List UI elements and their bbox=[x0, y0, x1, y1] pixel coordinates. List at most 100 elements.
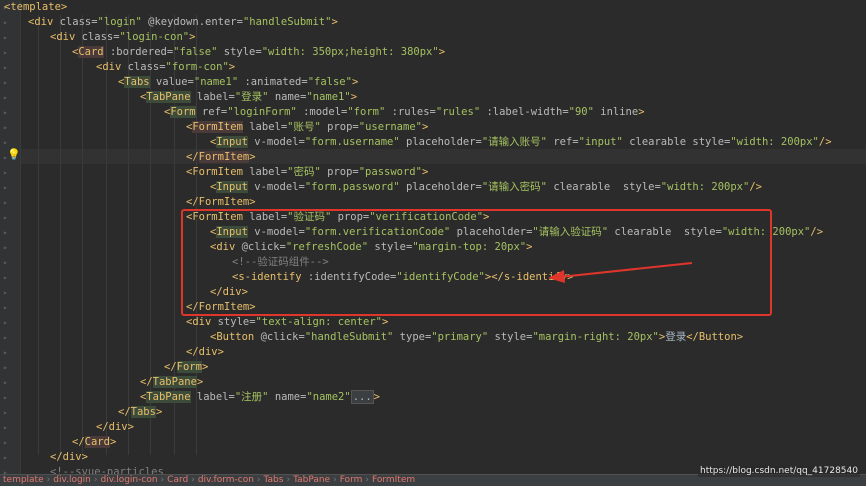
code-line[interactable]: <TabPane label="登录" name="name1"> bbox=[140, 90, 357, 105]
code-token: value= bbox=[149, 76, 194, 88]
code-token: Form bbox=[176, 361, 202, 373]
code-token: ref= bbox=[553, 136, 579, 148]
code-token: "账号" bbox=[287, 121, 328, 133]
code-token: <div bbox=[186, 316, 218, 328]
code-token: "注册" bbox=[234, 391, 275, 403]
code-token: </Button> bbox=[686, 331, 744, 343]
breadcrumb-item[interactable]: div.form-con bbox=[195, 475, 257, 485]
code-line[interactable]: <Input v-model="form.username" placehold… bbox=[210, 135, 832, 150]
code-token: :bordered= bbox=[103, 46, 174, 58]
breadcrumb-item[interactable]: Form bbox=[337, 475, 366, 485]
code-line[interactable]: </Card> bbox=[72, 435, 116, 450]
code-token: "请输入账号" bbox=[481, 136, 554, 148]
code-line[interactable]: <Tabs value="name1" :animated="false"> bbox=[118, 75, 358, 90]
breadcrumb-item[interactable]: FormItem bbox=[369, 475, 418, 485]
code-token: "handleSubmit" bbox=[304, 331, 400, 343]
folded-region[interactable]: ... bbox=[350, 390, 374, 404]
code-line[interactable]: <TabPane label="注册" name="name2"... > bbox=[140, 390, 380, 405]
code-token: > bbox=[109, 436, 117, 448]
code-token: prop= bbox=[327, 121, 359, 133]
annotation-highlight-box bbox=[181, 209, 772, 316]
code-token: placeholder= bbox=[406, 181, 482, 193]
code-line[interactable]: </FormItem> bbox=[186, 150, 256, 165]
breadcrumb-item[interactable]: Tabs bbox=[261, 475, 287, 485]
code-token: <div bbox=[50, 31, 82, 43]
code-token: > bbox=[350, 91, 358, 103]
breadcrumb-item[interactable]: Card bbox=[164, 475, 191, 485]
breadcrumb-item[interactable]: TabPane bbox=[290, 475, 333, 485]
code-line[interactable]: <Card :bordered="false" style="width: 35… bbox=[72, 45, 445, 60]
code-token: </ bbox=[186, 151, 199, 163]
code-token: name= bbox=[274, 391, 307, 403]
code-token: FormItem bbox=[192, 121, 243, 133]
code-token: name= bbox=[274, 91, 307, 103]
code-token: "loginForm" bbox=[227, 106, 304, 118]
code-line[interactable]: <FormItem label="密码" prop="password"> bbox=[186, 165, 428, 180]
code-token: Form bbox=[170, 106, 196, 118]
code-token: label= bbox=[190, 91, 235, 103]
code-token: /> bbox=[810, 226, 824, 238]
code-token: <div bbox=[28, 16, 60, 28]
code-line[interactable]: </div> bbox=[186, 345, 224, 360]
code-token: "width: 350px;height: 380px" bbox=[261, 46, 439, 58]
code-token: Card bbox=[84, 436, 110, 448]
code-token: style= bbox=[217, 316, 256, 328]
code-token: > bbox=[155, 406, 163, 418]
code-token: Input bbox=[216, 136, 248, 148]
code-line[interactable]: <template> bbox=[4, 0, 67, 15]
indent-guide bbox=[38, 15, 39, 455]
code-token: "width: 200px" bbox=[730, 136, 819, 148]
code-token: </FormItem> bbox=[186, 196, 256, 208]
code-line[interactable]: <Form ref="loginForm" :model="form" :rul… bbox=[164, 105, 645, 120]
code-line[interactable]: </div> bbox=[50, 450, 88, 465]
code-token: placeholder= bbox=[406, 136, 482, 148]
code-token: "name1" bbox=[193, 76, 245, 88]
code-token: > bbox=[228, 61, 236, 73]
code-line[interactable]: <Button @click="handleSubmit" type="prim… bbox=[210, 330, 743, 345]
code-token: "登录" bbox=[234, 91, 275, 103]
breadcrumb-item[interactable]: template bbox=[0, 475, 47, 485]
breadcrumb-separator-icon: › bbox=[256, 475, 261, 485]
code-token: "password" bbox=[358, 166, 422, 178]
code-token: "margin-right: 20px" bbox=[532, 331, 659, 343]
code-line[interactable]: <div class="form-con"> bbox=[96, 60, 235, 75]
code-token: </div> bbox=[96, 421, 134, 433]
code-token: > bbox=[249, 151, 256, 163]
indent-guide bbox=[82, 15, 83, 455]
code-token: :animated= bbox=[244, 76, 308, 88]
code-token: > bbox=[201, 361, 209, 373]
code-token: TabPane bbox=[146, 391, 191, 403]
code-line[interactable]: <Input v-model="form.password" placehold… bbox=[210, 180, 762, 195]
breadcrumb-item[interactable]: div.login bbox=[50, 475, 94, 485]
code-line[interactable]: </Tabs> bbox=[118, 405, 162, 420]
code-token: "name2" bbox=[306, 391, 351, 403]
code-token: "rules" bbox=[435, 106, 487, 118]
code-line[interactable]: <FormItem label="账号" prop="username"> bbox=[186, 120, 428, 135]
code-line[interactable]: <div style="text-align: center"> bbox=[186, 315, 388, 330]
code-token: "form.password" bbox=[304, 181, 406, 193]
code-token: </div> bbox=[50, 451, 88, 463]
code-line[interactable]: </TabPane> bbox=[140, 375, 203, 390]
code-line[interactable]: </Form> bbox=[164, 360, 208, 375]
code-token: :model= bbox=[303, 106, 348, 118]
indent-guide bbox=[106, 15, 107, 455]
code-token: 登录 bbox=[665, 331, 687, 343]
code-token: style= bbox=[223, 46, 262, 58]
code-token: </ bbox=[164, 361, 177, 373]
code-token: > bbox=[351, 76, 359, 88]
code-line[interactable]: </FormItem> bbox=[186, 195, 256, 210]
code-token: "handleSubmit" bbox=[242, 16, 332, 28]
code-token: "name1" bbox=[306, 91, 351, 103]
code-token: Input bbox=[216, 181, 248, 193]
code-token: FormItem bbox=[198, 151, 250, 163]
code-line[interactable]: <div class="login" @keydown.enter="handl… bbox=[28, 15, 338, 30]
breadcrumb-item[interactable]: div.login-con bbox=[98, 475, 161, 485]
code-token: <FormItem bbox=[186, 166, 250, 178]
code-line[interactable]: </div> bbox=[96, 420, 134, 435]
watermark: https://blog.csdn.net/qq_41728540 bbox=[697, 466, 860, 477]
code-token: "login" bbox=[97, 16, 149, 28]
code-token: /> bbox=[818, 136, 832, 148]
code-token: </ bbox=[140, 376, 153, 388]
code-line[interactable]: <div class="login-con"> bbox=[50, 30, 195, 45]
code-token: style= bbox=[494, 331, 533, 343]
